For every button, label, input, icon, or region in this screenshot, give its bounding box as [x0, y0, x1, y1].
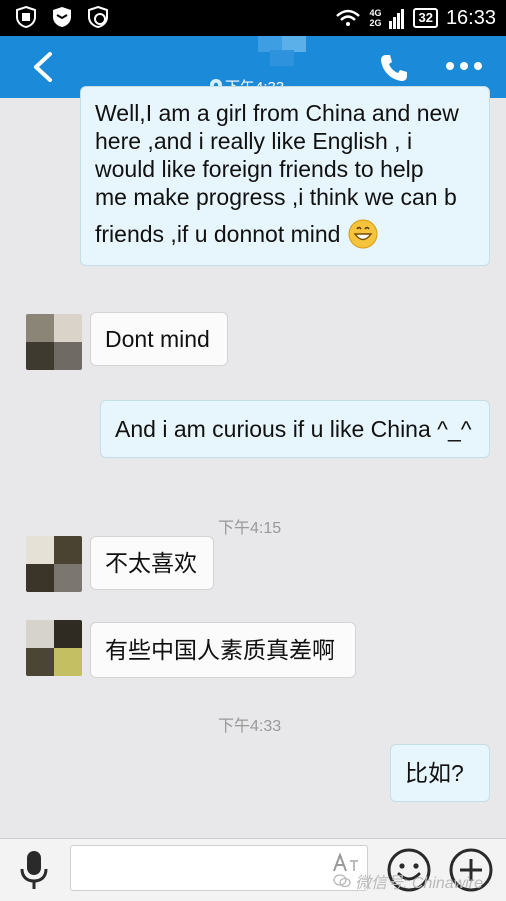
microphone-icon[interactable]: [18, 849, 50, 891]
wechat-logo-icon: [333, 874, 351, 888]
security-shield-icon: [53, 7, 71, 27]
signal-bars-icon: [389, 9, 405, 29]
message-text: 比如?: [405, 760, 464, 786]
contact-name-blurred: [258, 36, 310, 66]
signal-indicator: 4G 2G: [369, 8, 381, 28]
message-text: 不太喜欢: [105, 550, 197, 576]
message-text: 有些中国人素质真差啊: [105, 637, 335, 663]
watermark-text: 微信号: Chinawire: [355, 875, 484, 892]
message-bubble-outgoing[interactable]: 比如?: [390, 744, 490, 802]
back-button[interactable]: [28, 50, 58, 84]
status-icons-left: [14, 5, 110, 29]
message-input[interactable]: [70, 845, 368, 891]
message-bubble-incoming[interactable]: Dont mind: [90, 312, 228, 366]
message-bubble-incoming[interactable]: 不太喜欢: [90, 536, 214, 590]
message-line: would like foreign friends to help: [95, 156, 424, 182]
message-bubble-outgoing[interactable]: Well,I am a girl from China and new here…: [80, 86, 490, 266]
time-separator: 下午4:15: [218, 520, 282, 537]
network-4g: 4G: [369, 8, 382, 18]
time-separator: 下午4:33: [218, 718, 282, 735]
watermark: 微信号: Chinawire: [333, 869, 483, 893]
battery-indicator: 32: [413, 8, 438, 28]
shield-icon: [16, 5, 36, 29]
message-line: Well,I am a girl from China and new: [95, 100, 459, 126]
input-bar: 微信号: Chinawire: [0, 838, 506, 901]
message-line: friends ,if u donnot mind: [95, 221, 341, 247]
more-options-button[interactable]: [444, 58, 484, 74]
message-last-line-row: friends ,if u donnot mind: [95, 219, 475, 249]
status-bar: 4G 2G 32 16:33: [0, 0, 506, 36]
wifi-icon: [336, 9, 361, 26]
shield-check-icon: [88, 5, 108, 29]
message-text: Dont mind: [105, 326, 210, 352]
status-icons-right: 4G 2G 32 16:33: [335, 4, 496, 32]
phone-call-button[interactable]: [378, 52, 410, 84]
contact-avatar[interactable]: [26, 620, 82, 676]
contact-avatar[interactable]: [26, 314, 82, 370]
contact-avatar[interactable]: [26, 536, 82, 592]
message-line: me make progress ,i think we can b: [95, 184, 457, 210]
message-bubble-incoming[interactable]: 有些中国人素质真差啊: [90, 622, 356, 678]
message-line: here ,and i really like English , i: [95, 128, 413, 154]
message-text: And i am curious if u like China ^_^: [115, 416, 472, 442]
clock: 16:33: [445, 6, 496, 29]
message-bubble-outgoing[interactable]: And i am curious if u like China ^_^: [100, 400, 490, 458]
grinning-face-icon: [348, 219, 378, 249]
network-2g: 2G: [369, 18, 382, 28]
